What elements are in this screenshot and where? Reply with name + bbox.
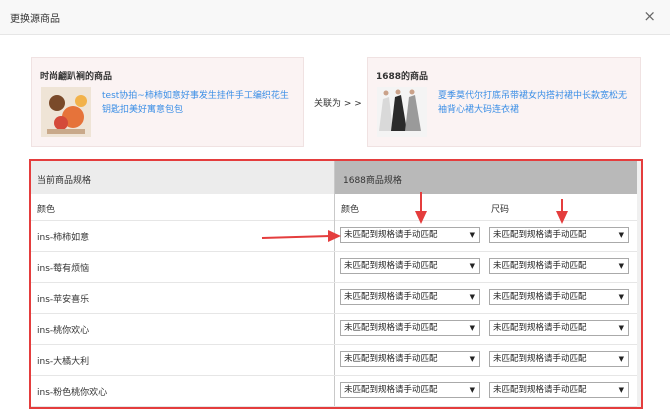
source-color-column-label: 颜色 <box>341 205 360 215</box>
size-select[interactable]: 未匹配到规格请手动匹配 ▼ <box>489 320 629 336</box>
color-select-value: 未匹配到规格请手动匹配 <box>344 385 438 395</box>
current-spec-value: ins-粉色桃你欢心 <box>37 388 108 398</box>
color-select[interactable]: 未匹配到规格请手动匹配 ▼ <box>340 289 480 305</box>
table-row: ins-桃你欢心 未匹配到规格请手动匹配 ▼ 未匹配到规格请手动匹配 ▼ <box>31 313 637 345</box>
chevron-down-icon: ▼ <box>618 355 624 363</box>
color-select[interactable]: 未匹配到规格请手动匹配 ▼ <box>340 351 480 367</box>
size-select[interactable]: 未匹配到规格请手动匹配 ▼ <box>489 351 629 367</box>
chevron-down-icon: ▼ <box>469 355 475 363</box>
current-product-image <box>41 87 91 137</box>
size-select-value: 未匹配到规格请手动匹配 <box>493 261 587 271</box>
chevron-down-icon: ▼ <box>618 386 624 394</box>
current-color-column-label: 颜色 <box>37 205 56 215</box>
size-select[interactable]: 未匹配到规格请手动匹配 ▼ <box>489 227 629 243</box>
table-row: ins-大橘大利 未匹配到规格请手动匹配 ▼ 未匹配到规格请手动匹配 ▼ <box>31 344 637 376</box>
current-spec-value: ins-莓有烦恼 <box>37 264 90 274</box>
size-select[interactable]: 未匹配到规格请手动匹配 ▼ <box>489 258 629 274</box>
current-spec-header-label: 当前商品规格 <box>37 176 92 186</box>
chevron-down-icon: ▼ <box>618 293 624 301</box>
chevron-down-icon: ▼ <box>469 262 475 270</box>
source-product-image <box>377 87 427 137</box>
dialog-title: 更换源商品 <box>10 14 60 25</box>
table-row: ins-柿柿如意 未匹配到规格请手动匹配 ▼ 未匹配到规格请手动匹配 ▼ <box>31 220 637 252</box>
size-select[interactable]: 未匹配到规格请手动匹配 ▼ <box>489 382 629 398</box>
chevron-down-icon: ▼ <box>618 262 624 270</box>
color-select[interactable]: 未匹配到规格请手动匹配 ▼ <box>340 320 480 336</box>
current-product-title: 时尚翩趴裥的商品 <box>40 72 113 82</box>
source-spec-header: 1688商品规格 <box>335 161 637 194</box>
size-select[interactable]: 未匹配到规格请手动匹配 ▼ <box>489 289 629 305</box>
color-select-value: 未匹配到规格请手动匹配 <box>344 323 438 333</box>
current-spec-value: ins-苹安喜乐 <box>37 295 90 305</box>
table-row: ins-莓有烦恼 未匹配到规格请手动匹配 ▼ 未匹配到规格请手动匹配 ▼ <box>31 251 637 283</box>
close-icon[interactable]: × <box>643 7 656 25</box>
table-row: ins-苹安喜乐 未匹配到规格请手动匹配 ▼ 未匹配到规格请手动匹配 ▼ <box>31 282 637 314</box>
size-select-value: 未匹配到规格请手动匹配 <box>493 230 587 240</box>
color-select-value: 未匹配到规格请手动匹配 <box>344 292 438 302</box>
current-spec-value: ins-柿柿如意 <box>37 233 90 243</box>
size-select-value: 未匹配到规格请手动匹配 <box>493 385 587 395</box>
source-spec-header-label: 1688商品规格 <box>343 176 402 186</box>
size-select-value: 未匹配到规格请手动匹配 <box>493 292 587 302</box>
color-select[interactable]: 未匹配到规格请手动匹配 ▼ <box>340 227 480 243</box>
size-select-value: 未匹配到规格请手动匹配 <box>493 323 587 333</box>
spec-mapping-table: 当前商品规格 1688商品规格 颜色 颜色 尺码 ins-柿柿如意 未匹配到规格… <box>29 159 643 409</box>
chevron-down-icon: ▼ <box>618 231 624 239</box>
color-select[interactable]: 未匹配到规格请手动匹配 ▼ <box>340 382 480 398</box>
color-select-value: 未匹配到规格请手动匹配 <box>344 354 438 364</box>
association-label: 关联为 > > <box>314 99 362 109</box>
color-select-value: 未匹配到规格请手动匹配 <box>344 261 438 271</box>
chevron-down-icon: ▼ <box>469 231 475 239</box>
color-select[interactable]: 未匹配到规格请手动匹配 ▼ <box>340 258 480 274</box>
chevron-down-icon: ▼ <box>618 324 624 332</box>
current-product-card: 时尚翩趴裥的商品 test协拍~柿柿如意好事发生挂件手工编织花生钥匙扣美好寓意包… <box>31 57 304 147</box>
chevron-down-icon: ▼ <box>469 293 475 301</box>
chevron-down-icon: ▼ <box>469 386 475 394</box>
current-spec-value: ins-桃你欢心 <box>37 326 90 336</box>
source-product-title: 1688的商品 <box>376 72 429 82</box>
color-select-value: 未匹配到规格请手动匹配 <box>344 230 438 240</box>
table-row: ins-粉色桃你欢心 未匹配到规格请手动匹配 ▼ 未匹配到规格请手动匹配 ▼ <box>31 375 637 407</box>
chevron-down-icon: ▼ <box>469 324 475 332</box>
source-product-card: 1688的商品 夏季莫代尔打底吊带裙女内搭衬裙中长款宽松无袖背心裙大码连衣裙 <box>367 57 641 147</box>
source-size-column-label: 尺码 <box>491 205 510 215</box>
source-product-name[interactable]: 夏季莫代尔打底吊带裙女内搭衬裙中长款宽松无袖背心裙大码连衣裙 <box>438 89 632 117</box>
current-spec-header: 当前商品规格 <box>31 161 335 194</box>
size-select-value: 未匹配到规格请手动匹配 <box>493 354 587 364</box>
dialog-title-bar: 更换源商品 × <box>0 0 670 35</box>
current-spec-value: ins-大橘大利 <box>37 357 90 367</box>
table-scrollbar[interactable] <box>637 161 641 407</box>
current-product-name[interactable]: test协拍~柿柿如意好事发生挂件手工编织花生钥匙扣美好寓意包包 <box>102 89 295 117</box>
